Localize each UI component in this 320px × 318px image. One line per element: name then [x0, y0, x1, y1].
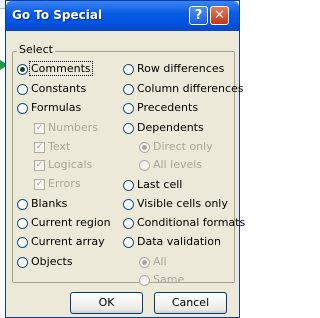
radio-indicator[interactable]	[17, 257, 28, 268]
checkmark-icon: ✓	[34, 160, 45, 171]
help-button[interactable]: ?	[189, 6, 208, 25]
radio-indicator[interactable]	[139, 160, 150, 171]
radio-indicator[interactable]	[123, 180, 134, 191]
dialog-title: Go To Special	[12, 8, 103, 22]
radio-label-direct-only: Direct only	[153, 140, 213, 153]
checkmark-icon: ✓	[34, 123, 45, 134]
radio-label-constants: Constants	[31, 82, 87, 95]
radio-label-conditional-formats: Conditional formats	[137, 216, 246, 229]
radio-indicator[interactable]	[123, 123, 134, 134]
radio-label-current-region: Current region	[31, 216, 111, 229]
radio-label-current-array: Current array	[31, 235, 105, 248]
select-group-legend: Select	[17, 43, 55, 56]
radio-indicator[interactable]	[123, 103, 134, 114]
ok-button[interactable]: OK	[70, 292, 143, 314]
radio-label-precedents: Precedents	[137, 101, 199, 114]
radio-indicator[interactable]	[17, 237, 28, 248]
radio-indicator[interactable]	[123, 237, 134, 248]
radio-indicator[interactable]	[139, 257, 150, 268]
checkbox-label-text: Text	[48, 140, 71, 153]
radio-label-objects: Objects	[31, 255, 73, 268]
close-button[interactable]: ✕	[210, 6, 229, 25]
title-bar[interactable]: Go To Special ? ✕	[6, 1, 239, 31]
radio-label-row-differences: Row differences	[137, 62, 225, 75]
radio-indicator[interactable]	[123, 84, 134, 95]
radio-label-column-differences: Column differences	[137, 82, 244, 95]
radio-label-visible-cells-only: Visible cells only	[137, 197, 228, 210]
radio-label-data-validation: Data validation	[137, 235, 221, 248]
radio-label-all: All	[153, 255, 167, 268]
checkbox-label-numbers: Numbers	[48, 121, 98, 134]
radio-label-comments: Comments	[29, 61, 93, 76]
radio-indicator[interactable]	[17, 199, 28, 210]
go-to-special-dialog: Go To Special ? ✕ Select Comments Consta…	[5, 0, 245, 318]
radio-indicator[interactable]	[17, 84, 28, 95]
radio-label-all-levels: All levels	[153, 158, 203, 171]
radio-label-blanks: Blanks	[31, 197, 68, 210]
radio-indicator[interactable]	[17, 103, 28, 114]
radio-indicator[interactable]	[17, 218, 28, 229]
radio-label-dependents: Dependents	[137, 121, 204, 134]
checkbox-label-errors: Errors	[48, 177, 81, 190]
radio-indicator[interactable]	[139, 275, 150, 286]
radio-label-last-cell: Last cell	[137, 178, 183, 191]
radio-label-same: Same	[153, 273, 185, 286]
radio-indicator[interactable]	[17, 64, 28, 75]
checkbox-label-logicals: Logicals	[48, 158, 93, 171]
radio-indicator[interactable]	[123, 218, 134, 229]
radio-indicator[interactable]	[123, 199, 134, 210]
checkmark-icon: ✓	[34, 142, 45, 153]
radio-label-formulas: Formulas	[31, 101, 82, 114]
radio-indicator[interactable]	[139, 142, 150, 153]
cancel-button[interactable]: Cancel	[154, 292, 227, 314]
radio-indicator[interactable]	[123, 64, 134, 75]
checkmark-icon: ✓	[34, 179, 45, 190]
